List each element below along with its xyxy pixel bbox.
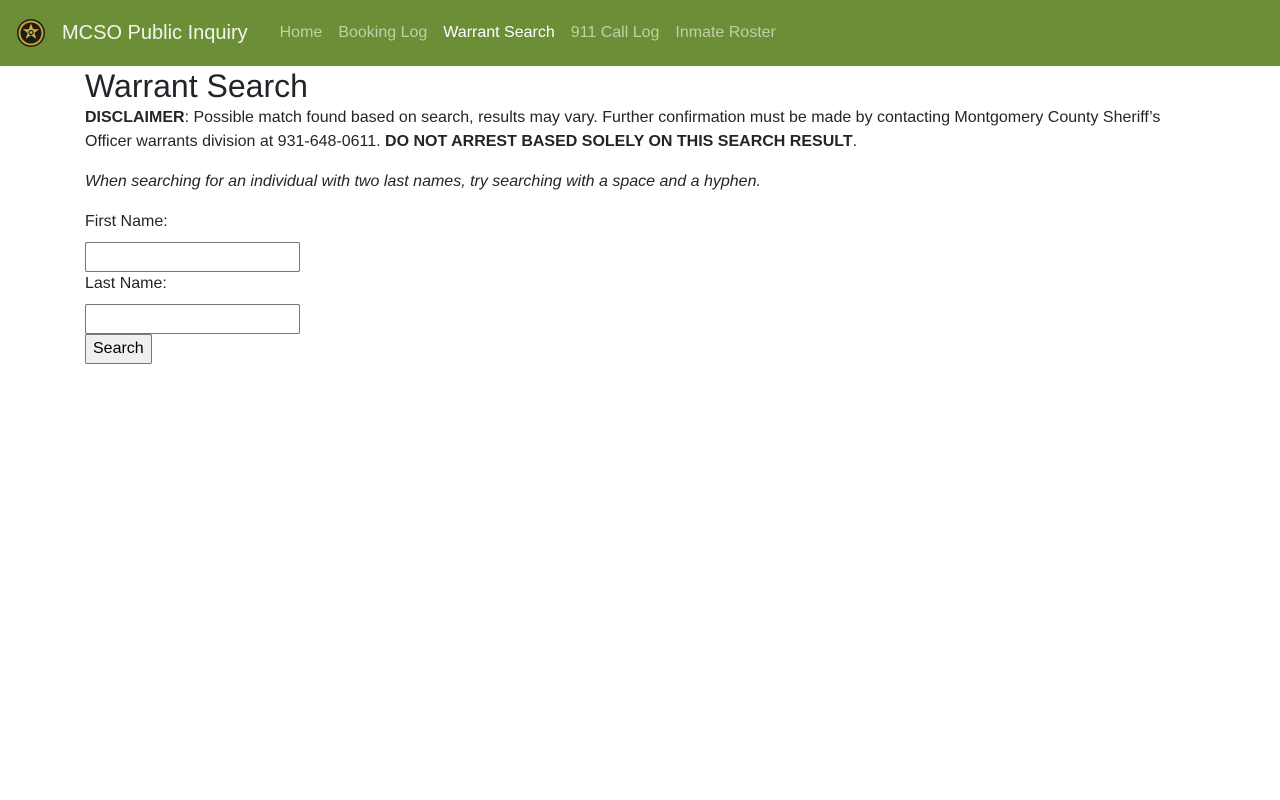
warrant-search-form: First Name: Last Name: Search bbox=[85, 210, 1180, 364]
disclaimer-warning: DO NOT ARREST BASED SOLELY ON THIS SEARC… bbox=[385, 133, 853, 150]
nav-item-warrant-search[interactable]: Warrant Search bbox=[435, 16, 562, 50]
nav-item-home[interactable]: Home bbox=[272, 16, 331, 50]
search-button[interactable]: Search bbox=[85, 334, 152, 364]
page-title: Warrant Search bbox=[85, 68, 308, 104]
brand-link[interactable]: MCSO Public Inquiry bbox=[16, 18, 248, 48]
nav-item-911-call-log[interactable]: 911 Call Log bbox=[563, 16, 668, 50]
page-title-wrap: Warrant Search bbox=[85, 66, 1180, 106]
first-name-input[interactable] bbox=[85, 242, 300, 272]
last-name-input[interactable] bbox=[85, 304, 300, 334]
first-name-label: First Name: bbox=[85, 213, 168, 230]
disclaimer-text: DISCLAIMER: Possible match found based o… bbox=[85, 106, 1180, 154]
main-content: Warrant Search DISCLAIMER: Possible matc… bbox=[0, 66, 1280, 364]
disclaimer-label: DISCLAIMER bbox=[85, 109, 185, 126]
sheriff-star-badge-icon bbox=[16, 18, 46, 48]
disclaimer-end: . bbox=[852, 133, 858, 150]
search-hint: When searching for an individual with tw… bbox=[85, 173, 761, 190]
top-navbar: MCSO Public Inquiry Home Booking Log War… bbox=[0, 0, 1280, 66]
brand-title: MCSO Public Inquiry bbox=[62, 21, 248, 44]
nav-item-booking-log[interactable]: Booking Log bbox=[330, 16, 435, 50]
nav-item-inmate-roster[interactable]: Inmate Roster bbox=[667, 16, 783, 50]
last-name-label: Last Name: bbox=[85, 275, 167, 292]
nav-links: Home Booking Log Warrant Search 911 Call… bbox=[272, 16, 784, 50]
